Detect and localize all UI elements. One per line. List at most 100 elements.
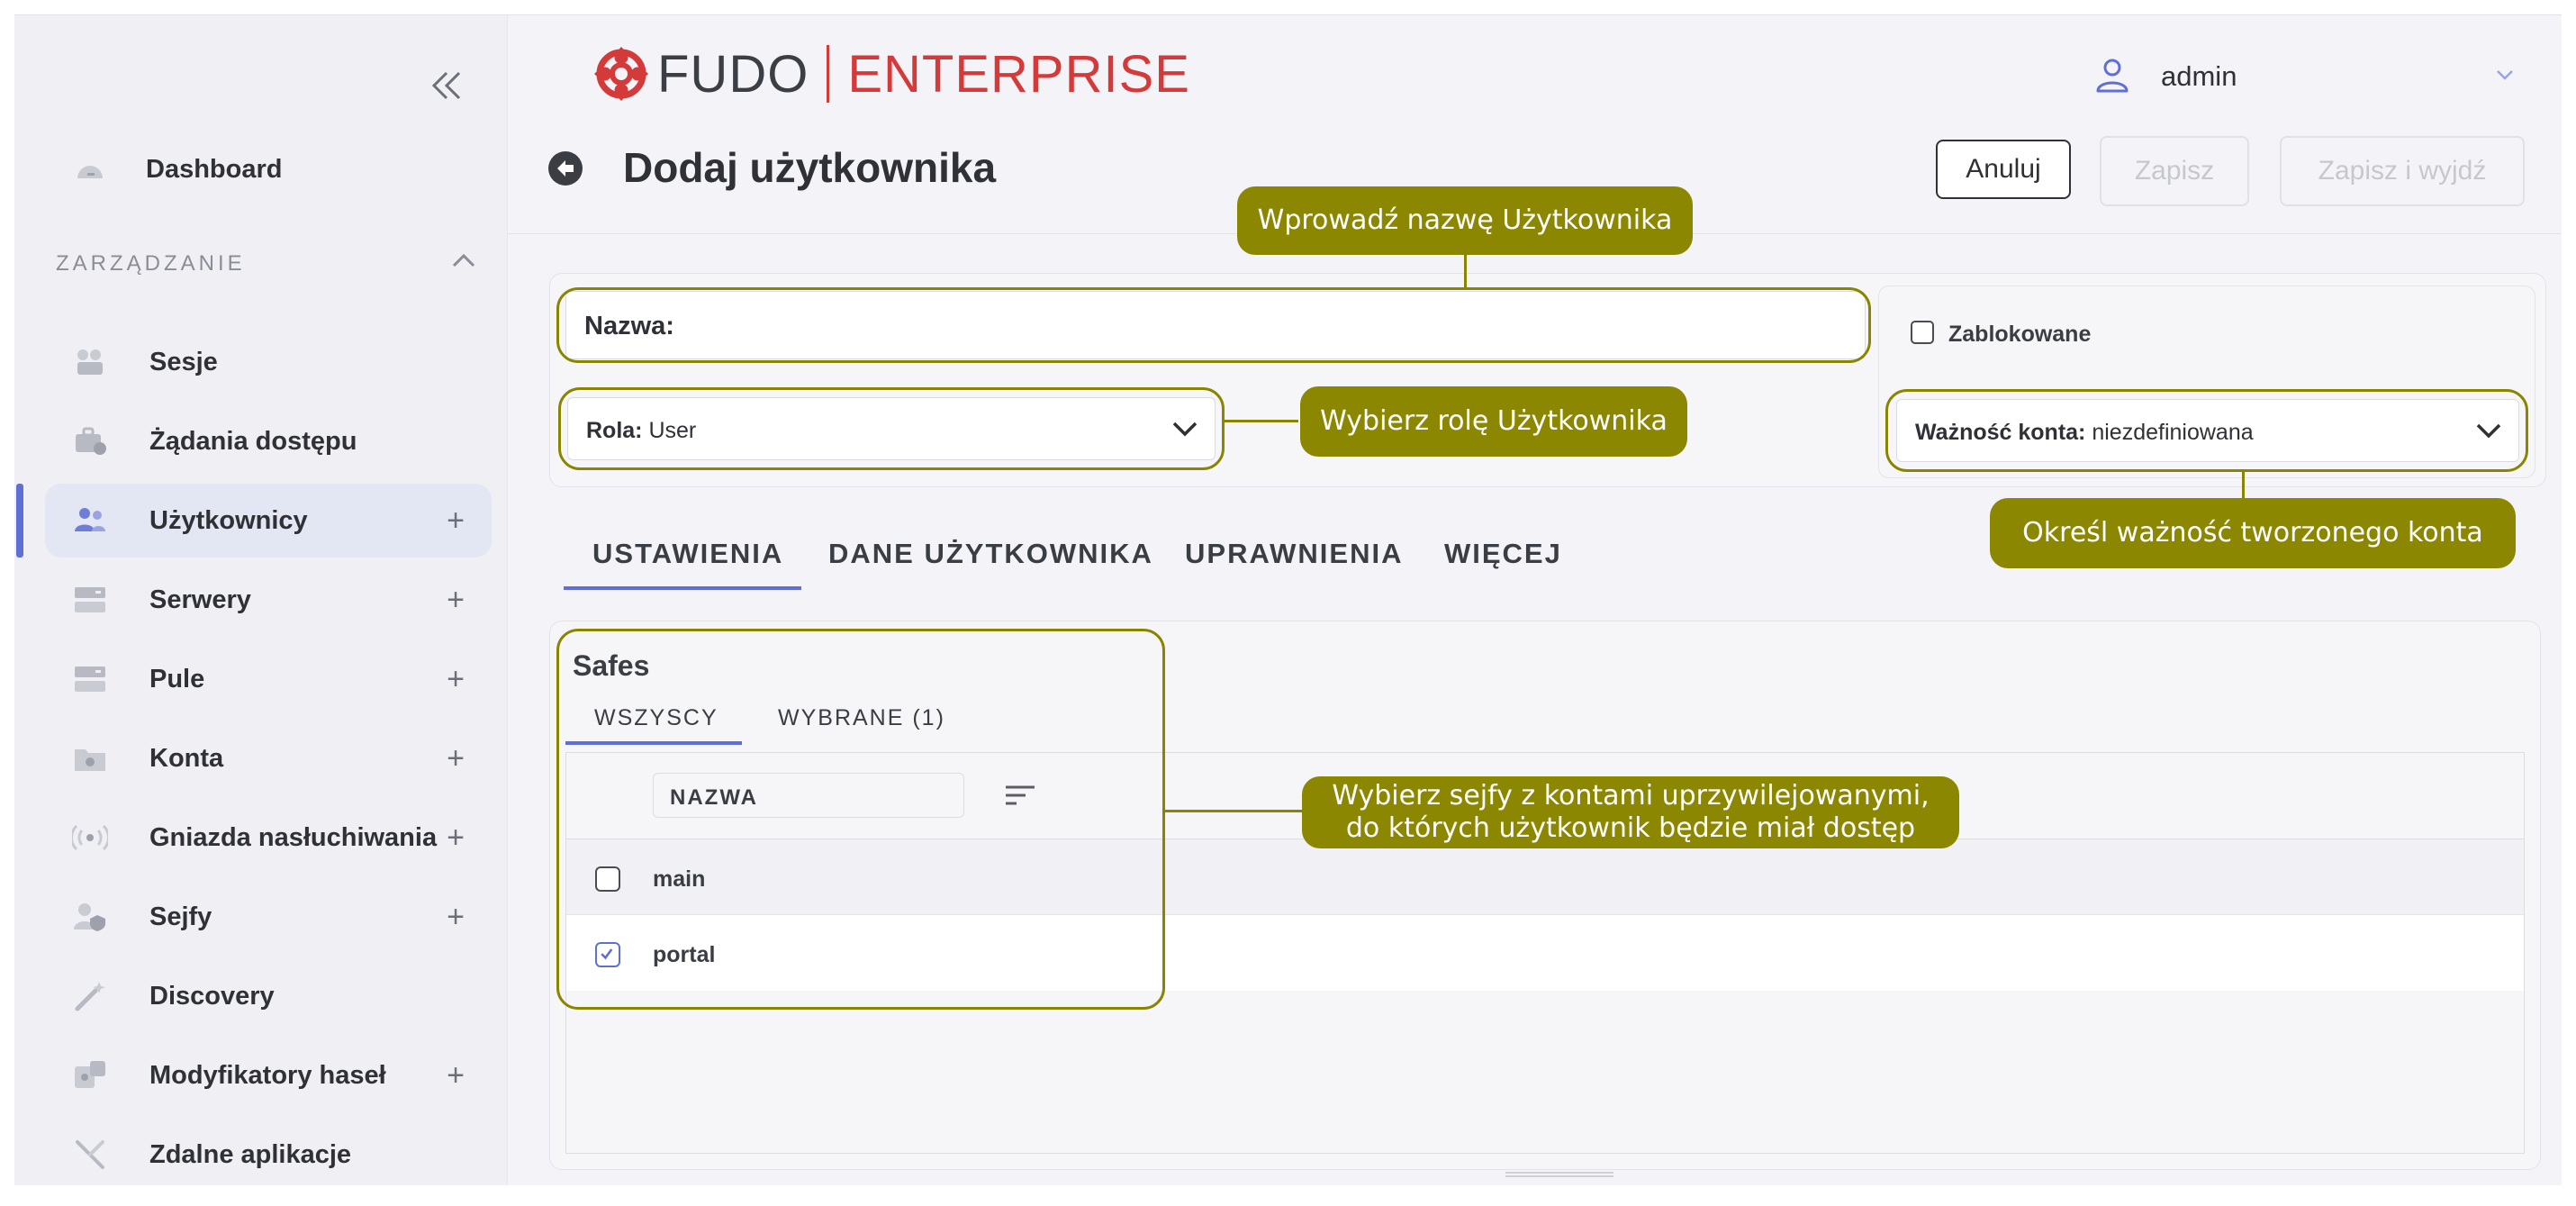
callout-safes-line1: Wybierz sejfy z kontami uprzywilejowanym… bbox=[1332, 780, 1930, 812]
sort-icon[interactable] bbox=[1004, 784, 1036, 807]
user-icon bbox=[2096, 59, 2129, 93]
sidebar-item-safes[interactable]: Sejfy + bbox=[45, 880, 492, 954]
tab-permissions[interactable]: UPRAWNIENIA bbox=[1185, 538, 1403, 570]
blocked-label: Zablokowane bbox=[1948, 322, 2092, 347]
tab-settings[interactable]: USTAWIENIA bbox=[592, 538, 783, 570]
callout-connector bbox=[1225, 420, 1298, 422]
safes-title: Safes bbox=[573, 649, 650, 682]
active-indicator bbox=[16, 484, 23, 558]
role-select[interactable]: Rola: User bbox=[567, 397, 1216, 460]
add-server-button[interactable]: + bbox=[447, 585, 465, 615]
dashboard-icon bbox=[77, 166, 103, 178]
sidebar-item-sessions[interactable]: Sesje bbox=[45, 325, 492, 399]
app-window: Dashboard ZARZĄDZANIE Sesje Żądania dost… bbox=[14, 14, 2562, 1185]
sidebar-item-discovery[interactable]: Discovery bbox=[45, 959, 492, 1033]
validity-label: Ważność konta: bbox=[1915, 420, 2086, 445]
name-field[interactable]: Nazwa: bbox=[565, 291, 1866, 359]
sessions-icon bbox=[77, 349, 103, 375]
sidebar-item-remote-apps[interactable]: Zdalne aplikacje bbox=[45, 1118, 492, 1185]
sidebar-item-password-changers[interactable]: Modyfikatory haseł + bbox=[45, 1038, 492, 1112]
add-safe-button[interactable]: + bbox=[447, 902, 465, 932]
validity-field-text: Ważność konta: niezdefiniowana bbox=[1915, 420, 2254, 446]
chevron-up-icon[interactable] bbox=[450, 251, 477, 269]
sidebar-item-label: Sesje bbox=[149, 347, 218, 376]
role-value: User bbox=[648, 418, 697, 443]
add-account-button[interactable]: + bbox=[447, 743, 465, 774]
save-button[interactable]: Zapisz bbox=[2100, 136, 2249, 206]
sidebar-item-label: Zdalne aplikacje bbox=[149, 1139, 352, 1169]
fudo-logo-mark-icon bbox=[594, 47, 648, 101]
chevron-down-icon[interactable] bbox=[1171, 420, 1198, 438]
back-icon[interactable] bbox=[547, 150, 583, 186]
column-filter-name[interactable]: NAZWA bbox=[653, 773, 964, 818]
callout-connector bbox=[1165, 810, 1304, 812]
callout-validity: Określ ważność tworzonego konta bbox=[1990, 498, 2516, 568]
add-password-changer-button[interactable]: + bbox=[447, 1060, 465, 1091]
cancel-button[interactable]: Anuluj bbox=[1936, 140, 2071, 199]
table-row[interactable]: portal bbox=[566, 915, 2524, 991]
user-name: admin bbox=[2161, 60, 2237, 92]
subtab-all[interactable]: WSZYSCY bbox=[594, 705, 719, 731]
callout-connector bbox=[1464, 249, 1467, 289]
sidebar-item-label: Dashboard bbox=[146, 154, 283, 184]
page-title: Dodaj użytkownika bbox=[623, 144, 997, 191]
sidebar-item-servers[interactable]: Serwery + bbox=[45, 563, 492, 637]
account-validity-select[interactable]: Ważność konta: niezdefiniowana bbox=[1896, 399, 2519, 462]
active-tab-indicator bbox=[564, 586, 801, 590]
sidebar-item-label: Discovery bbox=[149, 981, 275, 1011]
add-user-button[interactable]: + bbox=[447, 505, 465, 536]
logo-separator bbox=[827, 45, 830, 103]
callout-safes-line2: do których użytkownik będzie miał dostęp bbox=[1345, 812, 1916, 844]
chevron-down-icon[interactable] bbox=[2475, 422, 2502, 440]
collapse-sidebar-icon[interactable] bbox=[420, 60, 474, 111]
active-subtab-indicator bbox=[565, 741, 742, 745]
sidebar-item-listeners[interactable]: Gniazda nasłuchiwania + bbox=[45, 801, 492, 875]
tab-user-data[interactable]: DANE UŻYTKOWNIKA bbox=[828, 538, 1153, 570]
row-checkbox-checked[interactable] bbox=[595, 942, 620, 967]
sidebar-item-label: Serwery bbox=[149, 585, 251, 614]
pools-icon bbox=[75, 666, 105, 692]
resize-handle[interactable] bbox=[1505, 1172, 1613, 1177]
subtab-selected[interactable]: WYBRANE (1) bbox=[778, 705, 945, 731]
sidebar-item-accounts[interactable]: Konta + bbox=[45, 721, 492, 795]
sidebar-item-label: Gniazda nasłuchiwania bbox=[149, 822, 438, 852]
logo-text-enterprise: ENTERPRISE bbox=[847, 44, 1190, 104]
row-name: portal bbox=[653, 942, 716, 967]
access-requests-icon bbox=[76, 427, 106, 455]
sidebar: Dashboard ZARZĄDZANIE Sesje Żądania dost… bbox=[14, 15, 508, 1185]
checkmark-icon bbox=[601, 948, 613, 960]
column-header-name: NAZWA bbox=[670, 785, 758, 810]
user-menu[interactable]: admin bbox=[2092, 53, 2516, 98]
sidebar-item-access-requests[interactable]: Żądania dostępu bbox=[45, 404, 492, 478]
validity-value: niezdefiniowana bbox=[2092, 420, 2254, 445]
listeners-icon bbox=[72, 824, 108, 851]
discovery-icon bbox=[75, 982, 105, 1011]
callout-role: Wybierz rolę Użytkownika bbox=[1300, 386, 1687, 457]
callout-name: Wprowadź nazwę Użytkownika bbox=[1237, 186, 1693, 255]
accounts-icon bbox=[75, 749, 105, 771]
sidebar-item-label: Konta bbox=[149, 743, 224, 773]
row-name: main bbox=[653, 866, 706, 892]
sidebar-item-pools[interactable]: Pule + bbox=[45, 642, 492, 716]
sidebar-item-dashboard[interactable]: Dashboard bbox=[45, 132, 492, 206]
add-pool-button[interactable]: + bbox=[447, 664, 465, 694]
row-checkbox[interactable] bbox=[595, 866, 620, 892]
save-and-exit-button[interactable]: Zapisz i wyjdź bbox=[2280, 136, 2525, 206]
sidebar-item-users[interactable]: Użytkownicy + bbox=[45, 484, 492, 558]
table-row[interactable]: main bbox=[566, 839, 2524, 915]
role-label: Rola: bbox=[586, 418, 643, 443]
logo-text-fudo: FUDO bbox=[657, 44, 809, 104]
users-icon bbox=[75, 508, 105, 531]
section-label: ZARZĄDZANIE bbox=[56, 251, 246, 276]
tab-more[interactable]: WIĘCEJ bbox=[1444, 538, 1562, 570]
remote-apps-icon bbox=[76, 1140, 104, 1169]
name-label: Nazwa: bbox=[584, 312, 674, 340]
sidebar-item-label: Żądania dostępu bbox=[149, 426, 357, 456]
chevron-down-icon[interactable] bbox=[2494, 68, 2516, 82]
add-listener-button[interactable]: + bbox=[447, 822, 465, 853]
sidebar-item-label: Modyfikatory haseł bbox=[149, 1060, 386, 1090]
blocked-checkbox[interactable] bbox=[1911, 321, 1934, 344]
callout-safes: Wybierz sejfy z kontami uprzywilejowanym… bbox=[1302, 776, 1959, 848]
fudo-logo: FUDO ENTERPRISE bbox=[591, 42, 1190, 105]
sidebar-item-label: Pule bbox=[149, 664, 205, 694]
